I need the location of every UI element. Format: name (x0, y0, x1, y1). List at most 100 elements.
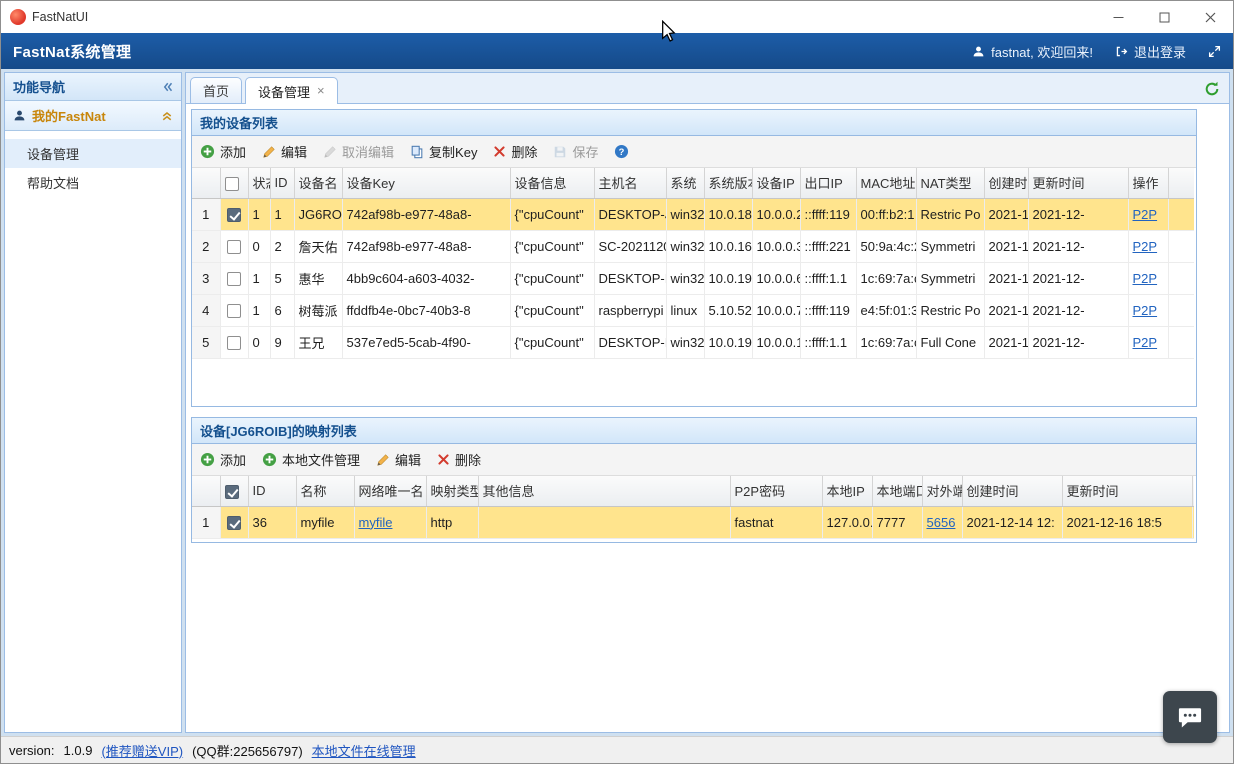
cell-updated: 2021-12- (1028, 198, 1128, 230)
chevron-up-icon (161, 110, 173, 122)
column-header-remote_port[interactable]: 对外端口 (922, 476, 962, 506)
accordion-my-fastnat[interactable]: 我的FastNat (5, 101, 181, 131)
checkbox-checked[interactable] (227, 208, 241, 222)
checkbox-unchecked[interactable] (227, 336, 241, 350)
checkbox-unchecked[interactable] (225, 177, 239, 191)
add-mapping-button[interactable]: 添加 (200, 450, 246, 469)
column-header-updated[interactable]: 更新时间 (1028, 168, 1128, 198)
column-header-created[interactable]: 创建时间 (984, 168, 1028, 198)
logout-button[interactable]: 退出登录 (1115, 42, 1186, 61)
column-header-p2p_pwd[interactable]: P2P密码 (730, 476, 822, 506)
add-icon (200, 144, 215, 159)
column-header-updated[interactable]: 更新时间 (1062, 476, 1192, 506)
checkbox-checked[interactable] (227, 516, 241, 530)
column-header-maptype[interactable]: 映射类型 (426, 476, 478, 506)
delete-mapping-button[interactable]: 删除 (437, 450, 481, 469)
status-bar: version: 1.0.9 (推荐赠送VIP) (QQ群:225656797)… (1, 736, 1233, 763)
sidebar-item-device-management[interactable]: 设备管理 (5, 139, 181, 168)
column-header-info[interactable]: 设备信息 (510, 168, 594, 198)
table-row[interactable]: 315惠华4bb9c604-a603-4032-{"cpuCount"DESKT… (192, 262, 1194, 294)
cell-info: {"cpuCount" (510, 262, 594, 294)
column-header-osver[interactable]: 系统版本 (704, 168, 752, 198)
checkbox-unchecked[interactable] (227, 272, 241, 286)
mappings-toolbar: 添加 本地文件管理 编辑 删除 (192, 444, 1196, 476)
column-header-nat[interactable]: NAT类型 (916, 168, 984, 198)
checkbox-unchecked[interactable] (227, 304, 241, 318)
maximize-button[interactable] (1141, 1, 1187, 33)
edit-mapping-button[interactable]: 编辑 (376, 450, 421, 469)
cancel-edit-button[interactable]: 取消编辑 (323, 142, 394, 161)
tab-close-icon[interactable]: × (317, 85, 325, 97)
column-header-action[interactable]: 操作 (1128, 168, 1168, 198)
devices-grid: 状态ID设备名设备Key设备信息主机名系统系统版本设备IP出口IPMAC地址NA… (192, 168, 1196, 406)
column-header-local_port[interactable]: 本地端口 (872, 476, 922, 506)
cell-os: win32 (666, 326, 704, 358)
edit-device-button[interactable]: 编辑 (262, 142, 307, 161)
cell-name: JG6ROIB (294, 198, 342, 230)
version-value: 1.0.9 (64, 743, 93, 758)
action-link[interactable]: P2P (1133, 239, 1158, 254)
column-header-id[interactable]: ID (248, 476, 296, 506)
action-link[interactable]: P2P (1133, 335, 1158, 350)
action-link[interactable]: P2P (1133, 207, 1158, 222)
chat-widget-button[interactable] (1163, 691, 1217, 743)
fullscreen-button[interactable] (1208, 45, 1221, 58)
tab-content: 我的设备列表 添加 编辑 取消编辑 (186, 104, 1229, 732)
tab-home[interactable]: 首页 (190, 77, 242, 103)
vip-link[interactable]: (推荐赠送VIP) (101, 741, 183, 760)
column-header-devkey[interactable]: 设备Key (342, 168, 510, 198)
add-device-button[interactable]: 添加 (200, 142, 246, 161)
column-header-os[interactable]: 系统 (666, 168, 704, 198)
column-header-host[interactable]: 主机名 (594, 168, 666, 198)
cell-status: 1 (248, 198, 270, 230)
column-header-name[interactable]: 名称 (296, 476, 354, 506)
close-button[interactable] (1187, 1, 1233, 33)
table-row[interactable]: 509王兄537e7ed5-5cab-4f90-{"cpuCount"DESKT… (192, 326, 1194, 358)
delete-icon (437, 453, 450, 466)
column-header-name[interactable]: 设备名 (294, 168, 342, 198)
table-row[interactable]: 136myfilemyfilehttpfastnat127.0.0.177775… (192, 506, 1194, 538)
local-file-manager-button[interactable]: 本地文件管理 (262, 450, 360, 469)
column-header-status[interactable]: 状态 (248, 168, 270, 198)
copy-key-button[interactable]: 复制Key (410, 142, 477, 161)
action-link[interactable]: P2P (1133, 271, 1158, 286)
cell-local_ip: 127.0.0.1 (822, 506, 872, 538)
column-header-netname[interactable]: 网络唯一名 (354, 476, 426, 506)
table-row[interactable]: 416树莓派ffddfb4e-0bc7-40b3-8{"cpuCount"ras… (192, 294, 1194, 326)
column-header-id[interactable]: ID (270, 168, 294, 198)
refresh-button[interactable] (1204, 81, 1220, 102)
cell-outip: ::ffff:119 (800, 294, 856, 326)
delete-device-button[interactable]: 删除 (493, 142, 537, 161)
column-header-local_ip[interactable]: 本地IP (822, 476, 872, 506)
cell-id: 9 (270, 326, 294, 358)
minimize-button[interactable] (1095, 1, 1141, 33)
version-label: version: (9, 743, 55, 758)
column-header-mac[interactable]: MAC地址 (856, 168, 916, 198)
tab-device-management[interactable]: 设备管理 × (245, 77, 338, 104)
table-row[interactable]: 202詹天佑742af98b-e977-48a8-{"cpuCount"SC-2… (192, 230, 1194, 262)
column-header-outip[interactable]: 出口IP (800, 168, 856, 198)
column-header-created[interactable]: 创建时间 (962, 476, 1062, 506)
cell-ip: 10.0.0.6 (752, 262, 800, 294)
column-header-ip[interactable]: 设备IP (752, 168, 800, 198)
chat-bubble-icon (1176, 703, 1204, 731)
cell-host: DESKTOP-IR (594, 326, 666, 358)
table-row[interactable]: 111JG6ROIB742af98b-e977-48a8-{"cpuCount"… (192, 198, 1194, 230)
local-file-online-link[interactable]: 本地文件在线管理 (312, 741, 416, 760)
action-link[interactable]: P2P (1133, 303, 1158, 318)
column-header-other[interactable]: 其他信息 (478, 476, 730, 506)
cell-os: win32 (666, 198, 704, 230)
select-all-header (220, 476, 248, 506)
checkbox-checked[interactable] (225, 485, 239, 499)
edit-icon (376, 453, 390, 467)
cell-nat: Symmetri (916, 262, 984, 294)
remote_port-link[interactable]: 5656 (927, 515, 956, 530)
cell-updated: 2021-12- (1028, 262, 1128, 294)
sidebar-collapse-icon[interactable] (161, 81, 173, 93)
sidebar-item-help-docs[interactable]: 帮助文档 (5, 168, 181, 197)
checkbox-unchecked[interactable] (227, 240, 241, 254)
save-button[interactable]: 保存 (553, 142, 598, 161)
netname-link[interactable]: myfile (359, 515, 393, 530)
close-icon (1205, 12, 1216, 23)
help-button[interactable]: ? (614, 144, 629, 159)
